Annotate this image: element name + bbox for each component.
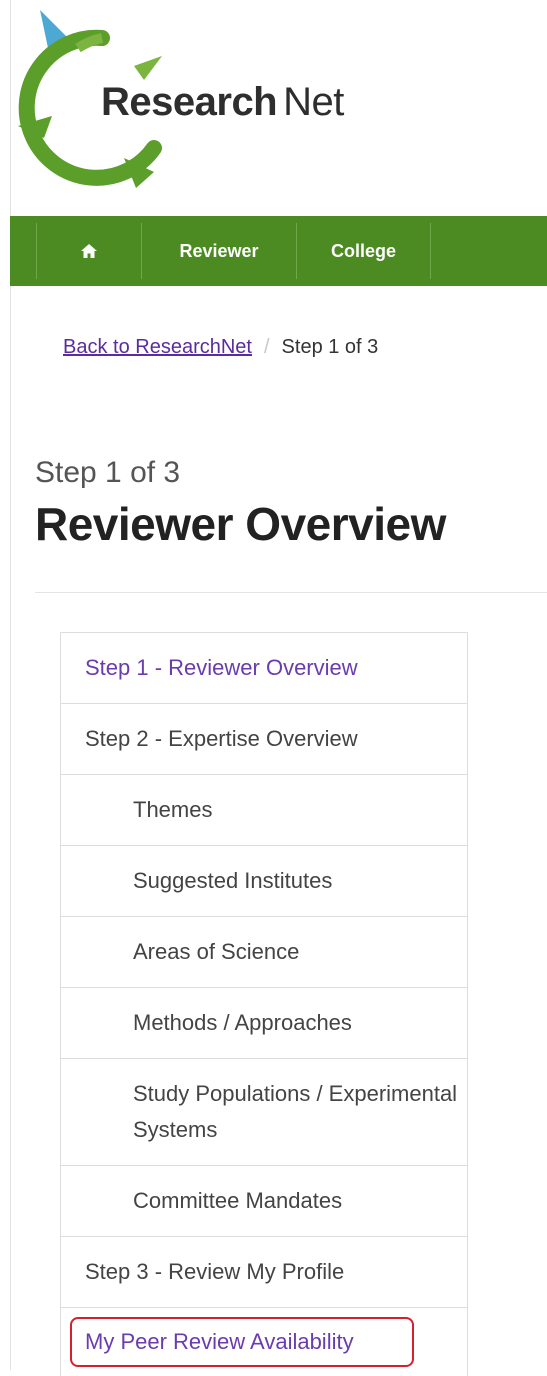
substep-study-populations[interactable]: Study Populations / Experimental Systems [60,1059,468,1166]
nav-college[interactable]: College [297,223,431,279]
nav-reviewer[interactable]: Reviewer [142,223,297,279]
substep-areas-of-science[interactable]: Areas of Science [60,917,468,988]
substep-suggested-institutes[interactable]: Suggested Institutes [60,846,468,917]
substep-themes[interactable]: Themes [60,775,468,846]
step-3-review-my-profile[interactable]: Step 3 - Review My Profile [60,1237,468,1308]
home-icon [81,244,97,258]
highlight-outline [70,1317,414,1367]
divider [35,592,547,593]
breadcrumb-separator: / [263,336,270,358]
my-peer-review-availability-link[interactable]: My Peer Review Availability [60,1308,468,1376]
step-1-reviewer-overview[interactable]: Step 1 - Reviewer Overview [60,633,468,704]
logo-text-net: Net [283,80,344,124]
back-to-researchnet-link[interactable]: Back to ResearchNet [63,336,252,358]
main-navbar: Reviewer College [10,216,547,286]
nav-home-button[interactable] [36,223,142,279]
step-2-expertise-overview[interactable]: Step 2 - Expertise Overview [60,704,468,775]
breadcrumb-current: Step 1 of 3 [281,336,379,358]
page-subtitle: Step 1 of 3 [35,456,181,489]
page-title: Reviewer Overview [35,498,446,550]
logo-text-research: Research [101,80,278,124]
page-left-border [10,0,11,1370]
substep-committee-mandates[interactable]: Committee Mandates [60,1166,468,1237]
substep-methods-approaches[interactable]: Methods / Approaches [60,988,468,1059]
step-navigation: Step 1 - Reviewer Overview Step 2 - Expe… [60,632,468,1376]
breadcrumb: Back to ResearchNet / Step 1 of 3 [63,336,378,359]
researchnet-logo[interactable]: Research Net [14,8,374,193]
